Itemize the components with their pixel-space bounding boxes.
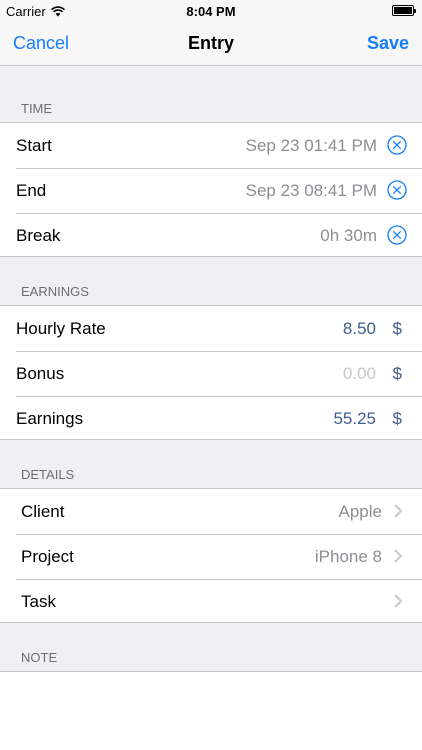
earnings-group: Hourly Rate 8.50 $ Bonus 0.00 $ Earnings…	[0, 305, 422, 440]
section-header-earnings: EARNINGS	[0, 257, 422, 305]
bonus-row[interactable]: Bonus 0.00 $	[0, 351, 422, 396]
hourly-rate-row[interactable]: Hourly Rate 8.50 $	[0, 306, 422, 351]
start-label: Start	[16, 136, 52, 155]
section-header-earnings-label: EARNINGS	[21, 284, 89, 299]
section-header-details: DETAILS	[0, 440, 422, 488]
project-label: Project	[21, 547, 74, 566]
section-header-details-label: DETAILS	[21, 467, 75, 482]
bonus-currency: $	[392, 364, 402, 383]
earnings-row[interactable]: Earnings 55.25 $	[0, 396, 422, 441]
clear-start-icon[interactable]	[387, 135, 407, 155]
break-row[interactable]: Break 0h 30m	[0, 213, 422, 258]
end-row[interactable]: End Sep 23 08:41 PM	[0, 168, 422, 213]
bonus-label: Bonus	[16, 364, 65, 383]
client-value: Apple	[338, 502, 382, 521]
chevron-right-icon	[394, 549, 402, 563]
break-value[interactable]: 0h 30m	[320, 226, 377, 246]
end-value[interactable]: Sep 23 08:41 PM	[246, 181, 377, 201]
start-value[interactable]: Sep 23 01:41 PM	[246, 136, 377, 156]
save-button[interactable]: Save	[367, 33, 409, 54]
section-header-note-label: NOTE	[21, 650, 58, 665]
navigation-bar: Cancel Entry Save	[0, 22, 422, 66]
task-label: Task	[21, 592, 56, 611]
section-header-note: NOTE	[0, 623, 422, 671]
chevron-right-icon	[394, 504, 402, 518]
earnings-label: Earnings	[16, 409, 84, 428]
hourly-rate-label: Hourly Rate	[16, 319, 106, 338]
details-group: Client Apple Project iPhone 8 Task	[0, 488, 422, 623]
client-row[interactable]: Client Apple	[0, 489, 422, 534]
project-value: iPhone 8	[314, 547, 382, 566]
earnings-currency: $	[392, 409, 402, 428]
section-header-time: TIME	[0, 66, 422, 122]
time-group: Start Sep 23 01:41 PM End Sep 23 08:41 P…	[0, 122, 422, 257]
break-label: Break	[16, 226, 61, 245]
client-label: Client	[21, 502, 65, 521]
clear-end-icon[interactable]	[387, 180, 407, 200]
bonus-field[interactable]: 0.00	[343, 364, 376, 384]
status-time: 8:04 PM	[186, 4, 236, 19]
battery-icon	[392, 5, 416, 16]
start-row[interactable]: Start Sep 23 01:41 PM	[0, 123, 422, 168]
earnings-field[interactable]: 55.25	[333, 409, 376, 429]
end-label: End	[16, 181, 47, 200]
chevron-right-icon	[394, 594, 402, 608]
section-header-time-label: TIME	[21, 101, 53, 116]
note-text-area[interactable]	[0, 671, 422, 750]
project-row[interactable]: Project iPhone 8	[0, 534, 422, 579]
clear-break-icon[interactable]	[387, 225, 407, 245]
task-row[interactable]: Task	[0, 579, 422, 624]
status-bar: Carrier 8:04 PM	[0, 0, 422, 22]
page-title: Entry	[187, 33, 234, 53]
hourly-rate-field[interactable]: 8.50	[343, 319, 376, 339]
hourly-rate-currency: $	[392, 319, 402, 338]
